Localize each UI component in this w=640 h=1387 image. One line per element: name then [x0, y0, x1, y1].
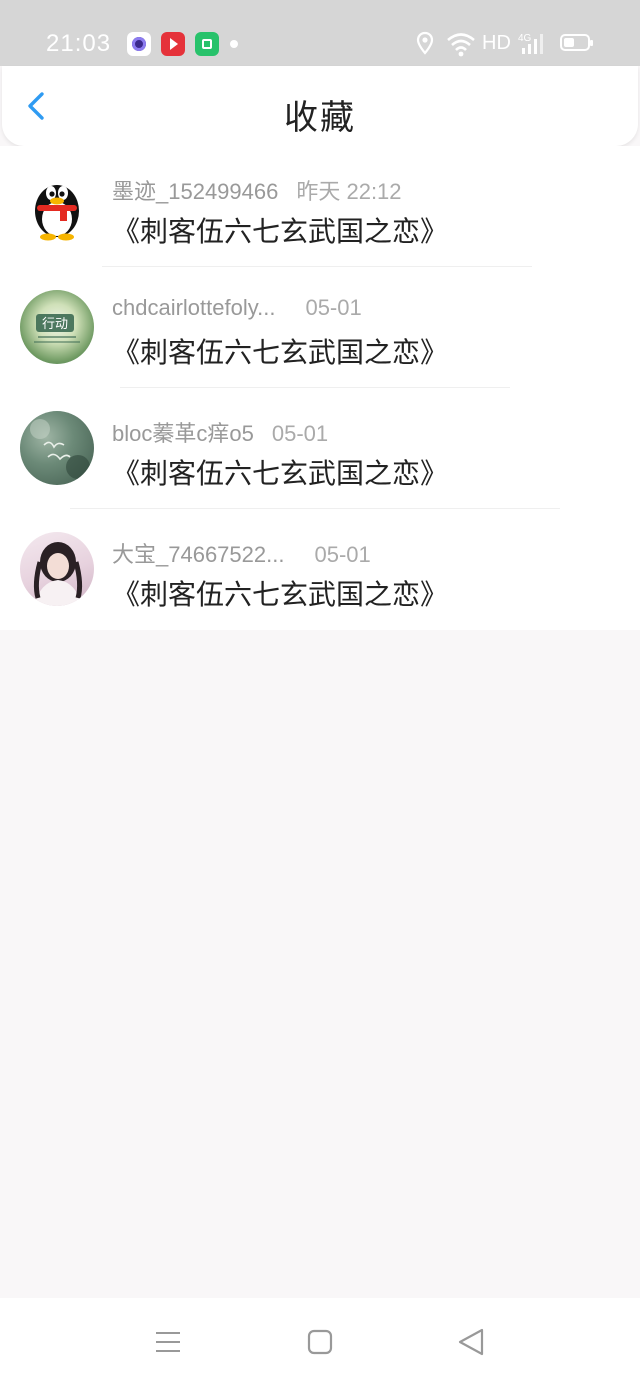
battery-icon [560, 34, 593, 51]
wifi-icon [447, 33, 475, 57]
app-icon-2 [161, 32, 185, 56]
list-item[interactable]: 大宝_74667522... 05-01 《刺客伍六七玄武国之恋》 [0, 509, 640, 630]
favorite-title: 《刺客伍六七玄武国之恋》 [112, 337, 449, 368]
list-item[interactable]: 行动 chdcairlottefoly... 05-01 《刺客伍六七玄武国之恋》 [0, 267, 640, 388]
4g-signal-icon: 4G [518, 33, 543, 54]
avatar: 行动 [20, 290, 94, 364]
avatar [20, 411, 94, 485]
notification-dot-icon [230, 40, 238, 48]
item-meta: chdcairlottefoly... 05-01 [112, 295, 362, 321]
timestamp: 05-01 [271, 421, 329, 446]
status-time: 21:03 [46, 30, 112, 57]
item-meta: 大宝_74667522... 05-01 [112, 537, 371, 569]
hd-label: HD [482, 32, 511, 54]
avatar [20, 532, 94, 606]
avatar-text: 行动 [42, 317, 68, 332]
favorite-title: 《刺客伍六七玄武国之恋》 [112, 216, 449, 247]
username: bloc蓁革c痒o5 [112, 421, 254, 446]
app-icon-1 [127, 32, 151, 56]
page-title: 收藏 [284, 99, 356, 137]
status-bar: 21:03 HD 4G [0, 0, 640, 66]
timestamp: 05-01 [305, 295, 362, 320]
favorite-title: 《刺客伍六七玄武国之恋》 [112, 579, 449, 610]
item-meta: bloc蓁革c痒o5 05-01 [112, 416, 328, 448]
qq-penguin-icon [35, 185, 79, 241]
system-nav-bar [0, 1298, 640, 1387]
username: 大宝_74667522... [112, 542, 285, 567]
home-icon[interactable] [302, 1326, 338, 1358]
list-item[interactable]: bloc蓁革c痒o5 05-01 《刺客伍六七玄武国之恋》 [0, 388, 640, 509]
menu-icon[interactable] [150, 1326, 186, 1358]
avatar [20, 169, 94, 243]
location-icon [416, 31, 434, 55]
svg-text:4G: 4G [518, 33, 532, 44]
username: 墨迹_152499466 [112, 179, 279, 204]
top-app-bar: 收藏 [2, 66, 638, 146]
back-triangle-icon[interactable] [454, 1326, 490, 1358]
list-item[interactable]: 墨迹_152499466 昨天 22:12 《刺客伍六七玄武国之恋》 [0, 146, 640, 267]
item-meta: 墨迹_152499466 昨天 22:12 [112, 174, 402, 206]
username: chdcairlottefoly... [112, 295, 276, 320]
favorites-list: 墨迹_152499466 昨天 22:12 《刺客伍六七玄武国之恋》 行动 chd… [0, 146, 640, 630]
favorite-title: 《刺客伍六七玄武国之恋》 [112, 458, 449, 489]
app-icon-3 [195, 32, 219, 56]
timestamp: 昨天 22:12 [296, 179, 402, 204]
timestamp: 05-01 [314, 542, 371, 567]
